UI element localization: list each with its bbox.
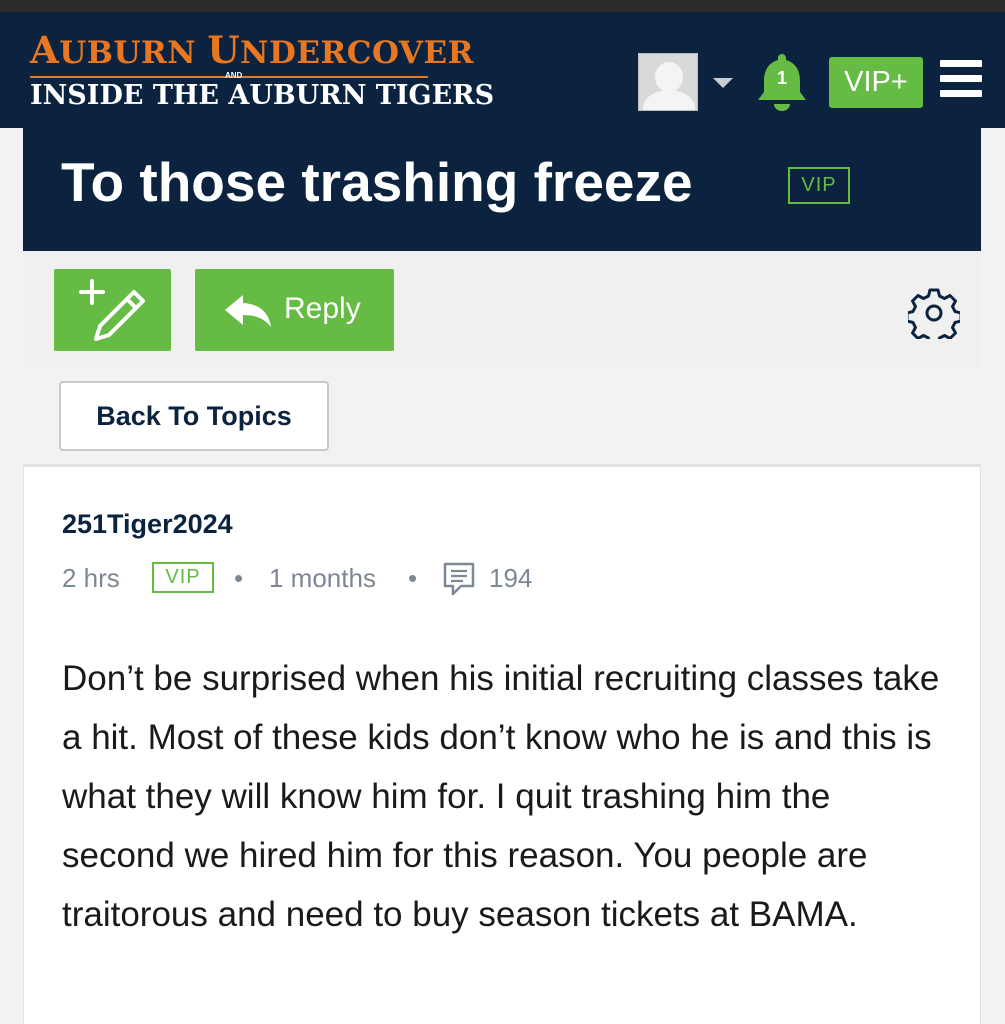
menu-icon[interactable]: [940, 60, 982, 98]
thread-title-bar: To those trashing freeze VIP: [23, 128, 981, 251]
member-age: 1 months: [269, 563, 376, 593]
meta-separator: •: [408, 563, 418, 593]
reply-label: Reply: [284, 292, 361, 325]
post-time: 2 hrs: [62, 563, 120, 593]
site-header: AUBURN UNDERCOVER AND INSIDE THE AUBURN …: [0, 12, 1005, 128]
gear-icon: [905, 288, 963, 346]
new-post-icon: [79, 279, 145, 341]
logo-and: AND: [225, 71, 243, 80]
author-vip-badge: VIP: [152, 562, 214, 593]
logo-subtitle: INSIDE THE AUBURN TIGERS: [30, 80, 495, 111]
reply-arrow-icon: [225, 295, 271, 327]
chevron-down-icon[interactable]: [713, 78, 733, 88]
post-body: Don’t be surprised when his initial recr…: [62, 659, 940, 934]
settings-button[interactable]: [905, 287, 963, 346]
post-count: 194: [489, 563, 533, 593]
status-strip: [0, 0, 1005, 12]
vip-plus-button[interactable]: VIP+: [829, 57, 923, 108]
comment-icon: [443, 562, 475, 596]
notification-count: 1: [776, 68, 787, 88]
post-meta: 2 hrs VIP • 1 months • 194: [62, 561, 942, 597]
user-avatar-icon[interactable]: [638, 53, 698, 111]
post-author[interactable]: 251Tiger2024: [62, 509, 233, 540]
reply-button[interactable]: Reply: [195, 269, 394, 351]
thread-toolbar: Reply: [23, 251, 981, 369]
page-title: To those trashing freeze: [61, 151, 693, 213]
logo-title: AUBURN UNDERCOVER: [30, 28, 474, 72]
site-logo[interactable]: AUBURN UNDERCOVER AND INSIDE THE AUBURN …: [30, 28, 494, 116]
vip-badge: VIP: [788, 167, 850, 204]
new-post-button[interactable]: [54, 269, 171, 351]
post-card: 251Tiger2024 2 hrs VIP • 1 months • 194 …: [23, 464, 981, 1024]
meta-separator: •: [234, 563, 244, 593]
notifications-button[interactable]: 1: [754, 50, 810, 114]
back-to-topics-button[interactable]: Back To Topics: [59, 381, 329, 451]
